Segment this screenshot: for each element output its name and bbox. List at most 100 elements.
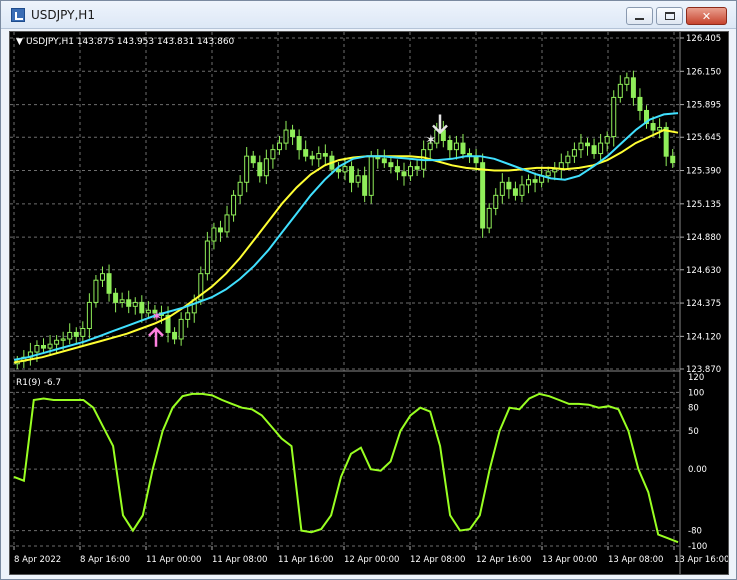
candle-body <box>394 166 400 173</box>
candle-body <box>519 184 525 196</box>
maximize-button[interactable] <box>656 7 683 25</box>
candle-body <box>453 142 459 151</box>
title-bar[interactable]: USDJPY,H1 ✕ <box>1 1 736 29</box>
time-tick-label: 13 Apr 00:00 <box>542 555 597 565</box>
candle-body <box>244 155 250 183</box>
price-tick-label: 124.375 <box>686 299 721 309</box>
candle-body <box>303 149 309 157</box>
candle-body <box>185 312 191 320</box>
oscillator-tick-label: 120 <box>688 373 704 383</box>
candle-body <box>224 214 230 233</box>
oscillator-tick-label: 100 <box>688 388 704 398</box>
oscillator-tick-label: -100 <box>688 542 707 552</box>
chart-window-icon <box>11 8 25 22</box>
candle-body <box>113 292 119 303</box>
candle-body <box>493 194 499 209</box>
time-tick-label: 11 Apr 08:00 <box>212 555 267 565</box>
candle-body <box>290 129 296 138</box>
candle-body <box>381 158 387 164</box>
candle-body <box>499 181 505 196</box>
candle-body <box>591 145 597 155</box>
candle-body <box>408 166 414 177</box>
candle-body <box>80 328 86 337</box>
signal-star: ✶ <box>151 309 163 325</box>
candle-body <box>316 153 322 160</box>
oscillator-tick-label: 80 <box>688 404 699 414</box>
header-arrow: ▼ <box>16 37 23 47</box>
oscillator-label: R1(9) -6.7 <box>16 378 61 388</box>
candle-body <box>460 142 466 155</box>
candle-body <box>414 166 420 170</box>
maximize-icon <box>664 12 675 20</box>
candle-body <box>480 162 486 229</box>
candle-body <box>506 181 512 190</box>
oscillator-tick-label: -80 <box>688 527 702 537</box>
candle-body <box>145 309 151 314</box>
candle-body <box>283 129 289 144</box>
candle-body <box>119 299 125 303</box>
price-tick-label: 124.120 <box>686 332 721 342</box>
chart-background <box>10 32 728 574</box>
candle-body <box>617 83 623 98</box>
candle-body <box>40 344 46 349</box>
candle-body <box>630 77 636 98</box>
candle-body <box>211 227 217 242</box>
candle-body <box>172 331 178 340</box>
oscillator-tick-label: 0.00 <box>688 465 707 475</box>
price-chart-svg[interactable]: ✶ ✶ 126.405 126.150 125.895 125.645 125.390 12… <box>10 32 729 574</box>
candle-body <box>178 318 184 340</box>
candle-body <box>263 158 269 177</box>
candle-body <box>60 338 66 341</box>
symbol-header: USDJPY,H1 143.875 143.953 143.831 143.86… <box>26 37 235 47</box>
time-tick-label: 12 Apr 08:00 <box>410 555 465 565</box>
time-tick-label: 11 Apr 16:00 <box>278 555 333 565</box>
chart-window: USDJPY,H1 ✕ ✶ ✶ 126.405 126.150 125.895 125.… <box>0 0 737 580</box>
candle-body <box>486 207 492 229</box>
time-tick-label: 8 Apr 16:00 <box>80 555 130 565</box>
candle-body <box>296 136 302 151</box>
minimize-icon <box>635 18 644 20</box>
candle-body <box>401 171 407 177</box>
time-tick-label: 13 Apr 08:00 <box>608 555 663 565</box>
candle-body <box>598 142 604 155</box>
candle-body <box>355 175 361 183</box>
candle-body <box>99 273 105 281</box>
candle-body <box>670 155 676 164</box>
signal-star: ✶ <box>425 132 437 148</box>
candle-body <box>132 301 138 307</box>
candle-body <box>362 175 368 196</box>
candle-body <box>204 240 210 275</box>
candle-body <box>106 273 112 294</box>
price-tick-label: 125.645 <box>686 133 721 143</box>
candle-body <box>545 171 551 177</box>
candle-body <box>54 339 60 345</box>
price-tick-label: 126.150 <box>686 67 721 77</box>
candle-body <box>604 136 610 144</box>
chart-canvas[interactable]: ✶ ✶ 126.405 126.150 125.895 125.645 125.390 12… <box>9 31 729 575</box>
candle-body <box>237 181 243 196</box>
price-tick-label: 124.880 <box>686 233 721 243</box>
candle-body <box>309 155 315 160</box>
candle-body <box>34 344 40 353</box>
price-tick-label: 125.390 <box>686 167 721 177</box>
candle-body <box>388 162 394 168</box>
candle-body <box>571 149 577 157</box>
price-tick-label: 124.630 <box>686 266 721 276</box>
candle-body <box>322 153 328 157</box>
price-tick-label: 125.895 <box>686 101 721 111</box>
price-tick-label: 125.135 <box>686 200 721 210</box>
minimize-button[interactable] <box>626 7 653 25</box>
candle-body <box>139 301 145 314</box>
close-button[interactable]: ✕ <box>686 7 727 25</box>
candle-body <box>73 331 79 337</box>
candle-body <box>650 123 656 131</box>
candle-body <box>217 227 223 233</box>
candle-body <box>532 179 538 183</box>
candle-body <box>349 166 355 183</box>
oscillator-tick-label: 50 <box>688 427 699 437</box>
candle-body <box>368 155 374 196</box>
candle-body <box>86 301 92 330</box>
candle-body <box>552 168 558 173</box>
candle-body <box>657 126 663 131</box>
time-tick-label: 13 Apr 16:00 <box>674 555 728 565</box>
